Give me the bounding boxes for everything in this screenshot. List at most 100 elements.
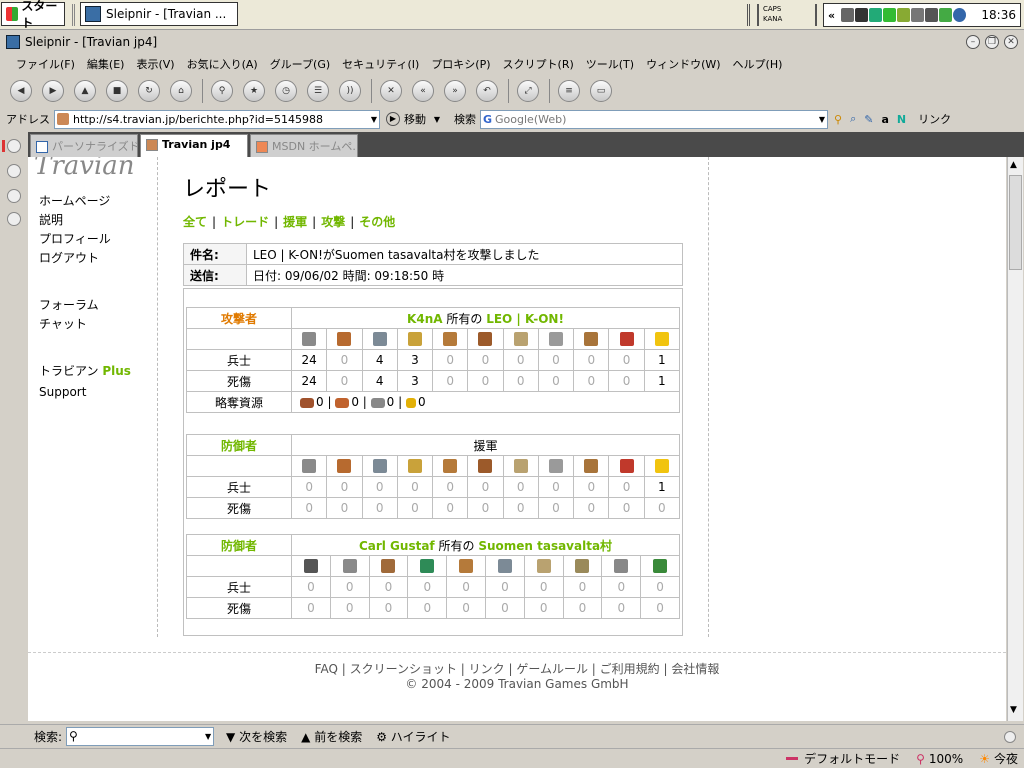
taskbar-window-button[interactable]: Sleipnir - [Travian ... <box>80 2 238 26</box>
footer-link-company[interactable]: 会社情報 <box>671 662 719 676</box>
filter-reinforcement[interactable]: 援軍 <box>283 215 307 229</box>
highlight-icon[interactable]: ✎ <box>864 113 873 126</box>
links-label[interactable]: リンク <box>918 111 951 127</box>
menu-favorites[interactable]: お気に入り(A) <box>187 56 258 72</box>
window-icon[interactable]: ▭ <box>590 80 612 102</box>
panel-icon[interactable]: ≡ <box>558 80 580 102</box>
clock[interactable]: 18:36 <box>981 8 1016 22</box>
tab-msdn[interactable]: MSDN ホームペ... <box>250 134 358 157</box>
history-panel-icon[interactable] <box>7 164 21 178</box>
forward-icon[interactable]: ▶ <box>42 80 64 102</box>
nav-manual[interactable]: 説明 <box>39 211 131 230</box>
rss-panel-icon[interactable] <box>7 212 21 226</box>
nav-support[interactable]: Support <box>39 383 131 402</box>
ime-status[interactable]: CAPS KANA <box>757 4 817 26</box>
n-logo-icon[interactable]: N <box>897 113 906 126</box>
up-icon[interactable]: ▲ <box>74 80 96 102</box>
nav-homepage[interactable]: ホームページ <box>39 192 131 211</box>
tray-app-icon[interactable] <box>869 8 883 22</box>
history-icon[interactable]: ◷ <box>275 80 297 102</box>
tray-app-icon[interactable] <box>897 8 911 22</box>
menu-tools[interactable]: ツール(T) <box>586 56 634 72</box>
footer-link-terms[interactable]: ご利用規約 <box>600 662 660 676</box>
tab-travian[interactable]: Travian jp4 <box>140 134 248 157</box>
tabs-list-icon[interactable]: ☰ <box>307 80 329 102</box>
rss-icon[interactable]: )) <box>339 80 361 102</box>
go-label[interactable]: 移動 <box>404 111 426 127</box>
nav-logout[interactable]: ログアウト <box>39 249 131 268</box>
undo-close-icon[interactable]: ↶ <box>476 80 498 102</box>
filter-other[interactable]: その他 <box>359 215 395 229</box>
menu-help[interactable]: ヘルプ(H) <box>733 56 783 72</box>
home-icon[interactable]: ⌂ <box>170 80 192 102</box>
go-dropdown-icon[interactable]: ▼ <box>432 115 442 124</box>
printer-icon[interactable] <box>841 8 855 22</box>
menu-script[interactable]: スクリプト(R) <box>503 56 574 72</box>
search-icon[interactable]: ⚲ <box>834 113 842 126</box>
footer-link-rules[interactable]: ゲームルール <box>516 662 588 676</box>
amazon-icon[interactable]: a <box>881 113 888 126</box>
restore-icon[interactable]: ❐ <box>985 35 999 49</box>
tabs-panel-icon[interactable] <box>7 189 21 203</box>
chevron-down-icon[interactable]: ▼ <box>369 111 379 128</box>
filter-trade[interactable]: トレード <box>221 215 269 229</box>
defender-village[interactable]: Suomen tasavalta村 <box>478 539 612 553</box>
favorites-panel-icon[interactable] <box>7 139 21 153</box>
stop-icon[interactable]: ■ <box>106 80 128 102</box>
defender-player[interactable]: Carl Gustaf <box>359 539 435 553</box>
nav-travian-plus[interactable]: トラビアン Plus <box>39 362 131 381</box>
address-input[interactable]: http://s4.travian.jp/berichte.php?id=514… <box>54 109 380 129</box>
nav-chat[interactable]: チャット <box>39 315 131 334</box>
signal-icon[interactable] <box>925 8 939 22</box>
menu-proxy[interactable]: プロキシ(P) <box>431 56 490 72</box>
close-icon[interactable]: ✕ <box>1004 35 1018 49</box>
menu-edit[interactable]: 編集(E) <box>87 56 125 72</box>
tray-app-icon[interactable] <box>939 8 953 22</box>
back-icon[interactable]: ◀ <box>10 80 32 102</box>
fullscreen-icon[interactable]: ⤢ <box>517 80 539 102</box>
zoom-icon[interactable]: ⌕ <box>850 112 856 126</box>
menu-window[interactable]: ウィンドウ(W) <box>646 56 720 72</box>
footer-link-faq[interactable]: FAQ <box>315 662 338 676</box>
find-next-button[interactable]: ▼ 次を検索 <box>226 728 287 745</box>
shield-icon[interactable] <box>953 8 967 22</box>
tray-expand-icon[interactable]: « <box>828 9 835 22</box>
mode-indicator[interactable]: デフォルトモード <box>786 750 900 767</box>
go-icon[interactable]: ▶ <box>386 112 400 126</box>
tab-personalized[interactable]: パーソナライズド... <box>30 134 138 157</box>
window-titlebar[interactable]: Sleipnir - [Travian jp4] – ❐ ✕ <box>0 31 1024 53</box>
close-findbar-icon[interactable] <box>1004 730 1016 743</box>
nav-forum[interactable]: フォーラム <box>39 296 131 315</box>
filter-all[interactable]: 全て <box>183 215 207 229</box>
filter-attack[interactable]: 攻撃 <box>321 215 345 229</box>
search-icon[interactable]: ⚲ <box>211 80 233 102</box>
chevron-down-icon[interactable]: ▼ <box>203 728 213 745</box>
find-input[interactable]: ⚲ ▼ <box>66 727 215 746</box>
vertical-scrollbar[interactable]: ▲ ▼ <box>1007 157 1023 721</box>
menu-security[interactable]: セキュリティ(I) <box>342 56 419 72</box>
start-button[interactable]: スタート <box>1 0 65 30</box>
footer-link-screenshots[interactable]: スクリーンショット <box>350 662 457 676</box>
scroll-up-icon[interactable]: ▲ <box>1010 160 1017 170</box>
weather-indicator[interactable]: ☀ 今夜 <box>979 750 1018 767</box>
menu-view[interactable]: 表示(V) <box>136 56 174 72</box>
chevron-down-icon[interactable]: ▼ <box>817 111 827 128</box>
find-prev-button[interactable]: ▲ 前を検索 <box>301 728 362 745</box>
favorites-icon[interactable]: ★ <box>243 80 265 102</box>
scroll-thumb[interactable] <box>1009 175 1022 270</box>
network-icon[interactable] <box>855 8 869 22</box>
tray-app-icon[interactable] <box>883 8 897 22</box>
attacker-player[interactable]: K4nA <box>407 312 442 326</box>
close-all-icon[interactable]: » <box>444 80 466 102</box>
reload-icon[interactable]: ↻ <box>138 80 160 102</box>
close-tab-icon[interactable]: ✕ <box>380 80 402 102</box>
highlight-button[interactable]: ⚙ ハイライト <box>376 728 450 745</box>
attacker-village[interactable]: LEO | K-ON! <box>486 312 564 326</box>
scroll-down-icon[interactable]: ▼ <box>1010 705 1017 715</box>
zoom-indicator[interactable]: ⚲ 100% <box>916 752 963 766</box>
footer-link-links[interactable]: リンク <box>469 662 505 676</box>
tray-app-icon[interactable] <box>911 8 925 22</box>
minimize-icon[interactable]: – <box>966 35 980 49</box>
close-left-icon[interactable]: « <box>412 80 434 102</box>
menu-file[interactable]: ファイル(F) <box>16 56 75 72</box>
